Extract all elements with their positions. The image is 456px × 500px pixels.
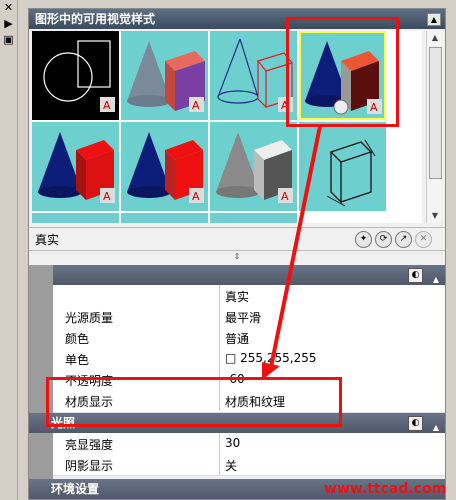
- current-style-name: 真实: [35, 233, 60, 247]
- thumb-partial: [32, 213, 119, 223]
- thumb-grayscale[interactable]: A: [210, 122, 297, 211]
- close-icon[interactable]: ✕: [2, 2, 15, 14]
- thumb-2d-wireframe[interactable]: A: [32, 31, 119, 120]
- gallery-title: 图形中的可用视觉样式: [35, 12, 156, 26]
- thumb-partial: [121, 213, 208, 223]
- gallery-scrollbar[interactable]: ▲ ▼: [426, 31, 443, 223]
- collapse-up-icon[interactable]: ▲: [427, 13, 441, 26]
- scroll-down-icon[interactable]: ▼: [427, 209, 443, 223]
- properties-icon[interactable]: ▣: [2, 34, 15, 46]
- watermark: www.ttcad.com: [324, 481, 447, 497]
- svg-text:A: A: [192, 190, 200, 203]
- prop-row-shadow-display[interactable]: 阴影显示 关: [53, 454, 445, 476]
- prop-row-mono-color[interactable]: 单色 □ 255,255,255: [53, 348, 445, 370]
- conceptual-icon: A: [127, 132, 204, 203]
- prop-row[interactable]: 真实: [53, 285, 445, 307]
- thumb-conceptual[interactable]: A: [121, 122, 208, 211]
- create-style-icon[interactable]: ✦: [355, 231, 372, 248]
- annotation-box-material: [46, 377, 342, 427]
- delete-style-icon[interactable]: ✕: [415, 231, 432, 248]
- toggle-lighting-icon[interactable]: ◐: [408, 416, 423, 431]
- prop-row-color[interactable]: 颜色 普通: [53, 327, 445, 349]
- scroll-up-icon[interactable]: ▲: [427, 31, 443, 45]
- annotation-box-thumb: [286, 17, 399, 127]
- grayscale-icon: A: [216, 132, 293, 203]
- conceptual-icon: A: [127, 41, 205, 112]
- face-settings-header[interactable]: ◐ ▲: [53, 265, 445, 285]
- svg-text:A: A: [281, 190, 289, 203]
- wireframe-2d-icon: A: [43, 40, 115, 112]
- thumb-partial: [210, 213, 297, 223]
- current-style-bar: 真实 ✦ ⟳ ↗ ✕: [29, 227, 445, 251]
- prop-row-lighting-quality[interactable]: 光源质量 最平滑: [53, 306, 445, 328]
- thumb-sketchy[interactable]: [299, 122, 386, 211]
- shaded-icon: A: [38, 132, 115, 203]
- thumb-shaded[interactable]: A: [32, 122, 119, 211]
- apply-to-viewport-icon[interactable]: ⟳: [375, 231, 392, 248]
- sketchy-icon: [326, 139, 376, 207]
- toggle-settings-icon[interactable]: ◐: [408, 268, 423, 283]
- svg-text:A: A: [192, 99, 200, 112]
- thumb-3d-wireframe[interactable]: A: [210, 31, 297, 120]
- autohide-icon[interactable]: ▶: [2, 18, 15, 30]
- thumb-conceptual-gray[interactable]: A: [121, 31, 208, 120]
- svg-text:A: A: [103, 99, 111, 112]
- wireframe-3d-icon: A: [217, 38, 294, 112]
- panel-splitter[interactable]: ⇕: [29, 249, 445, 265]
- svg-text:A: A: [103, 190, 111, 203]
- side-toolbar: ✕ ▶ ▣: [0, 0, 18, 500]
- export-to-palette-icon[interactable]: ↗: [395, 231, 412, 248]
- prop-row-highlight-intensity[interactable]: 亮显强度 30: [53, 433, 445, 455]
- scroll-thumb[interactable]: [429, 47, 442, 179]
